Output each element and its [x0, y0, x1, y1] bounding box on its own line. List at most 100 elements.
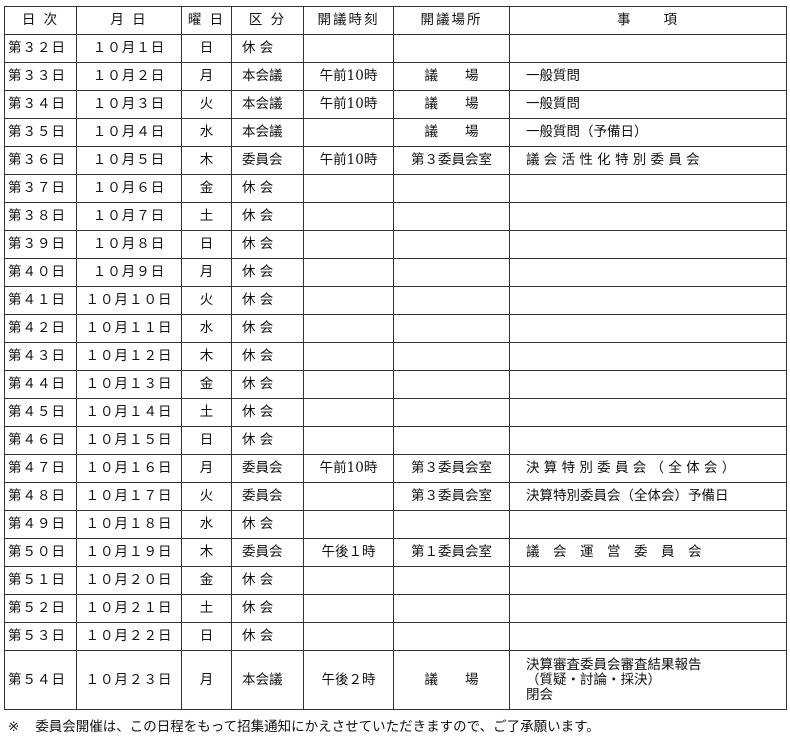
cell-start-time [303, 370, 394, 399]
table-row: 第５２日 １０月２１日土休 会 [4, 594, 787, 623]
cell-start-time [303, 566, 394, 595]
cell-date: １０月１１日 [76, 314, 182, 343]
cell-start-time [303, 342, 394, 371]
agenda-line: 議 会 運 営 委 員 会 [526, 544, 702, 560]
cell-venue [393, 622, 510, 651]
cell-agenda: 決 算 特 別 委 員 会 （ 全 体 会 ） [509, 454, 787, 483]
cell-day-number: 第３７日 [4, 174, 77, 203]
cell-day-number: 第４６日 [4, 426, 77, 455]
cell-category: 休 会 [231, 314, 304, 343]
cell-start-time: 午前10時 [303, 454, 394, 483]
cell-date: １０月１４日 [76, 398, 182, 427]
table-row: 第４８日 １０月１７日火委員会 第３委員会室 決算特別委員会（全体会）予備日 [4, 482, 787, 511]
cell-weekday: 日 [181, 622, 232, 651]
cell-date: １０月２１日 [76, 594, 182, 623]
cell-agenda: 議 会 運 営 委 員 会 [509, 538, 787, 567]
cell-day-number: 第３９日 [4, 230, 77, 259]
cell-weekday: 火 [181, 90, 232, 119]
agenda-line: 一般質問 [526, 68, 580, 84]
table-row: 第５１日 １０月２０日金休 会 [4, 566, 787, 595]
cell-day-number: 第３３日 [4, 62, 77, 91]
cell-venue: 議 場 [393, 62, 510, 91]
cell-category: 委員会 [231, 146, 304, 175]
cell-start-time [303, 510, 394, 539]
cell-venue [393, 258, 510, 287]
cell-start-time [303, 202, 394, 231]
cell-date: １０月９日 [76, 258, 182, 287]
cell-category: 休 会 [231, 510, 304, 539]
cell-venue: 議 場 [393, 650, 510, 710]
table-header-row: 日 次 月 日 曜 日 区 分 開議時刻 開議場所 事 項 [4, 6, 787, 35]
cell-venue [393, 426, 510, 455]
cell-weekday: 金 [181, 174, 232, 203]
cell-date: １０月５日 [76, 146, 182, 175]
cell-category: 委員会 [231, 538, 304, 567]
table-row: 第４２日 １０月１１日水休 会 [4, 314, 787, 343]
cell-category: 休 会 [231, 230, 304, 259]
cell-category: 本会議 [231, 650, 304, 710]
cell-start-time [303, 174, 394, 203]
cell-weekday: 水 [181, 510, 232, 539]
cell-weekday: 木 [181, 538, 232, 567]
cell-date: １０月２２日 [76, 622, 182, 651]
cell-agenda [509, 258, 787, 287]
table-row: 第３５日 １０月４日水本会議 議 場一般質問（予備日） [4, 118, 787, 147]
header-day-number: 日 次 [4, 6, 77, 35]
cell-day-number: 第５０日 [4, 538, 77, 567]
table-row: 第３８日 １０月７日土休 会 [4, 202, 787, 231]
table-row: 第３９日 １０月８日日休 会 [4, 230, 787, 259]
cell-day-number: 第４７日 [4, 454, 77, 483]
cell-day-number: 第４５日 [4, 398, 77, 427]
cell-date: １０月８日 [76, 230, 182, 259]
cell-category: 休 会 [231, 622, 304, 651]
cell-date: １０月２３日 [76, 650, 182, 710]
cell-start-time [303, 482, 394, 511]
cell-venue: 議 場 [393, 118, 510, 147]
cell-agenda [509, 594, 787, 623]
table-row: 第３４日 １０月３日火本会議 午前10時議 場一般質問 [4, 90, 787, 119]
cell-agenda [509, 286, 787, 315]
cell-date: １０月２０日 [76, 566, 182, 595]
cell-category: 本会議 [231, 90, 304, 119]
cell-agenda: 議 会 活 性 化 特 別 委 員 会 [509, 146, 787, 175]
cell-weekday: 土 [181, 594, 232, 623]
agenda-line: 決算特別委員会（全体会）予備日 [526, 488, 729, 504]
cell-category: 休 会 [231, 174, 304, 203]
cell-day-number: 第４０日 [4, 258, 77, 287]
cell-weekday: 火 [181, 482, 232, 511]
cell-date: １０月４日 [76, 118, 182, 147]
cell-category: 休 会 [231, 566, 304, 595]
table-row: 第４９日 １０月１８日水休 会 [4, 510, 787, 539]
cell-day-number: 第５３日 [4, 622, 77, 651]
cell-weekday: 金 [181, 566, 232, 595]
cell-start-time [303, 594, 394, 623]
cell-category: 本会議 [231, 62, 304, 91]
cell-date: １０月１０日 [76, 286, 182, 315]
schedule-sheet: 日 次 月 日 曜 日 区 分 開議時刻 開議場所 事 項 第３２日 １０月１日日… [4, 6, 787, 710]
cell-day-number: 第３８日 [4, 202, 77, 231]
cell-start-time: 午後２時 [303, 650, 394, 710]
cell-weekday: 月 [181, 454, 232, 483]
cell-start-time [303, 286, 394, 315]
cell-weekday: 木 [181, 342, 232, 371]
cell-start-time [303, 118, 394, 147]
cell-venue [393, 594, 510, 623]
cell-agenda [509, 314, 787, 343]
cell-agenda: 一般質問 [509, 90, 787, 119]
cell-agenda [509, 230, 787, 259]
header-date: 月 日 [76, 6, 182, 35]
cell-start-time [303, 426, 394, 455]
cell-weekday: 土 [181, 398, 232, 427]
cell-venue: 第３委員会室 [393, 146, 510, 175]
cell-venue [393, 230, 510, 259]
cell-agenda [509, 174, 787, 203]
header-weekday: 曜 日 [181, 6, 232, 35]
cell-weekday: 木 [181, 146, 232, 175]
cell-day-number: 第４１日 [4, 286, 77, 315]
cell-start-time: 午前10時 [303, 90, 394, 119]
cell-date: １０月１６日 [76, 454, 182, 483]
table-row: 第４１日 １０月１０日火休 会 [4, 286, 787, 315]
cell-category: 本会議 [231, 118, 304, 147]
cell-agenda: 一般質問 [509, 62, 787, 91]
cell-day-number: 第４３日 [4, 342, 77, 371]
